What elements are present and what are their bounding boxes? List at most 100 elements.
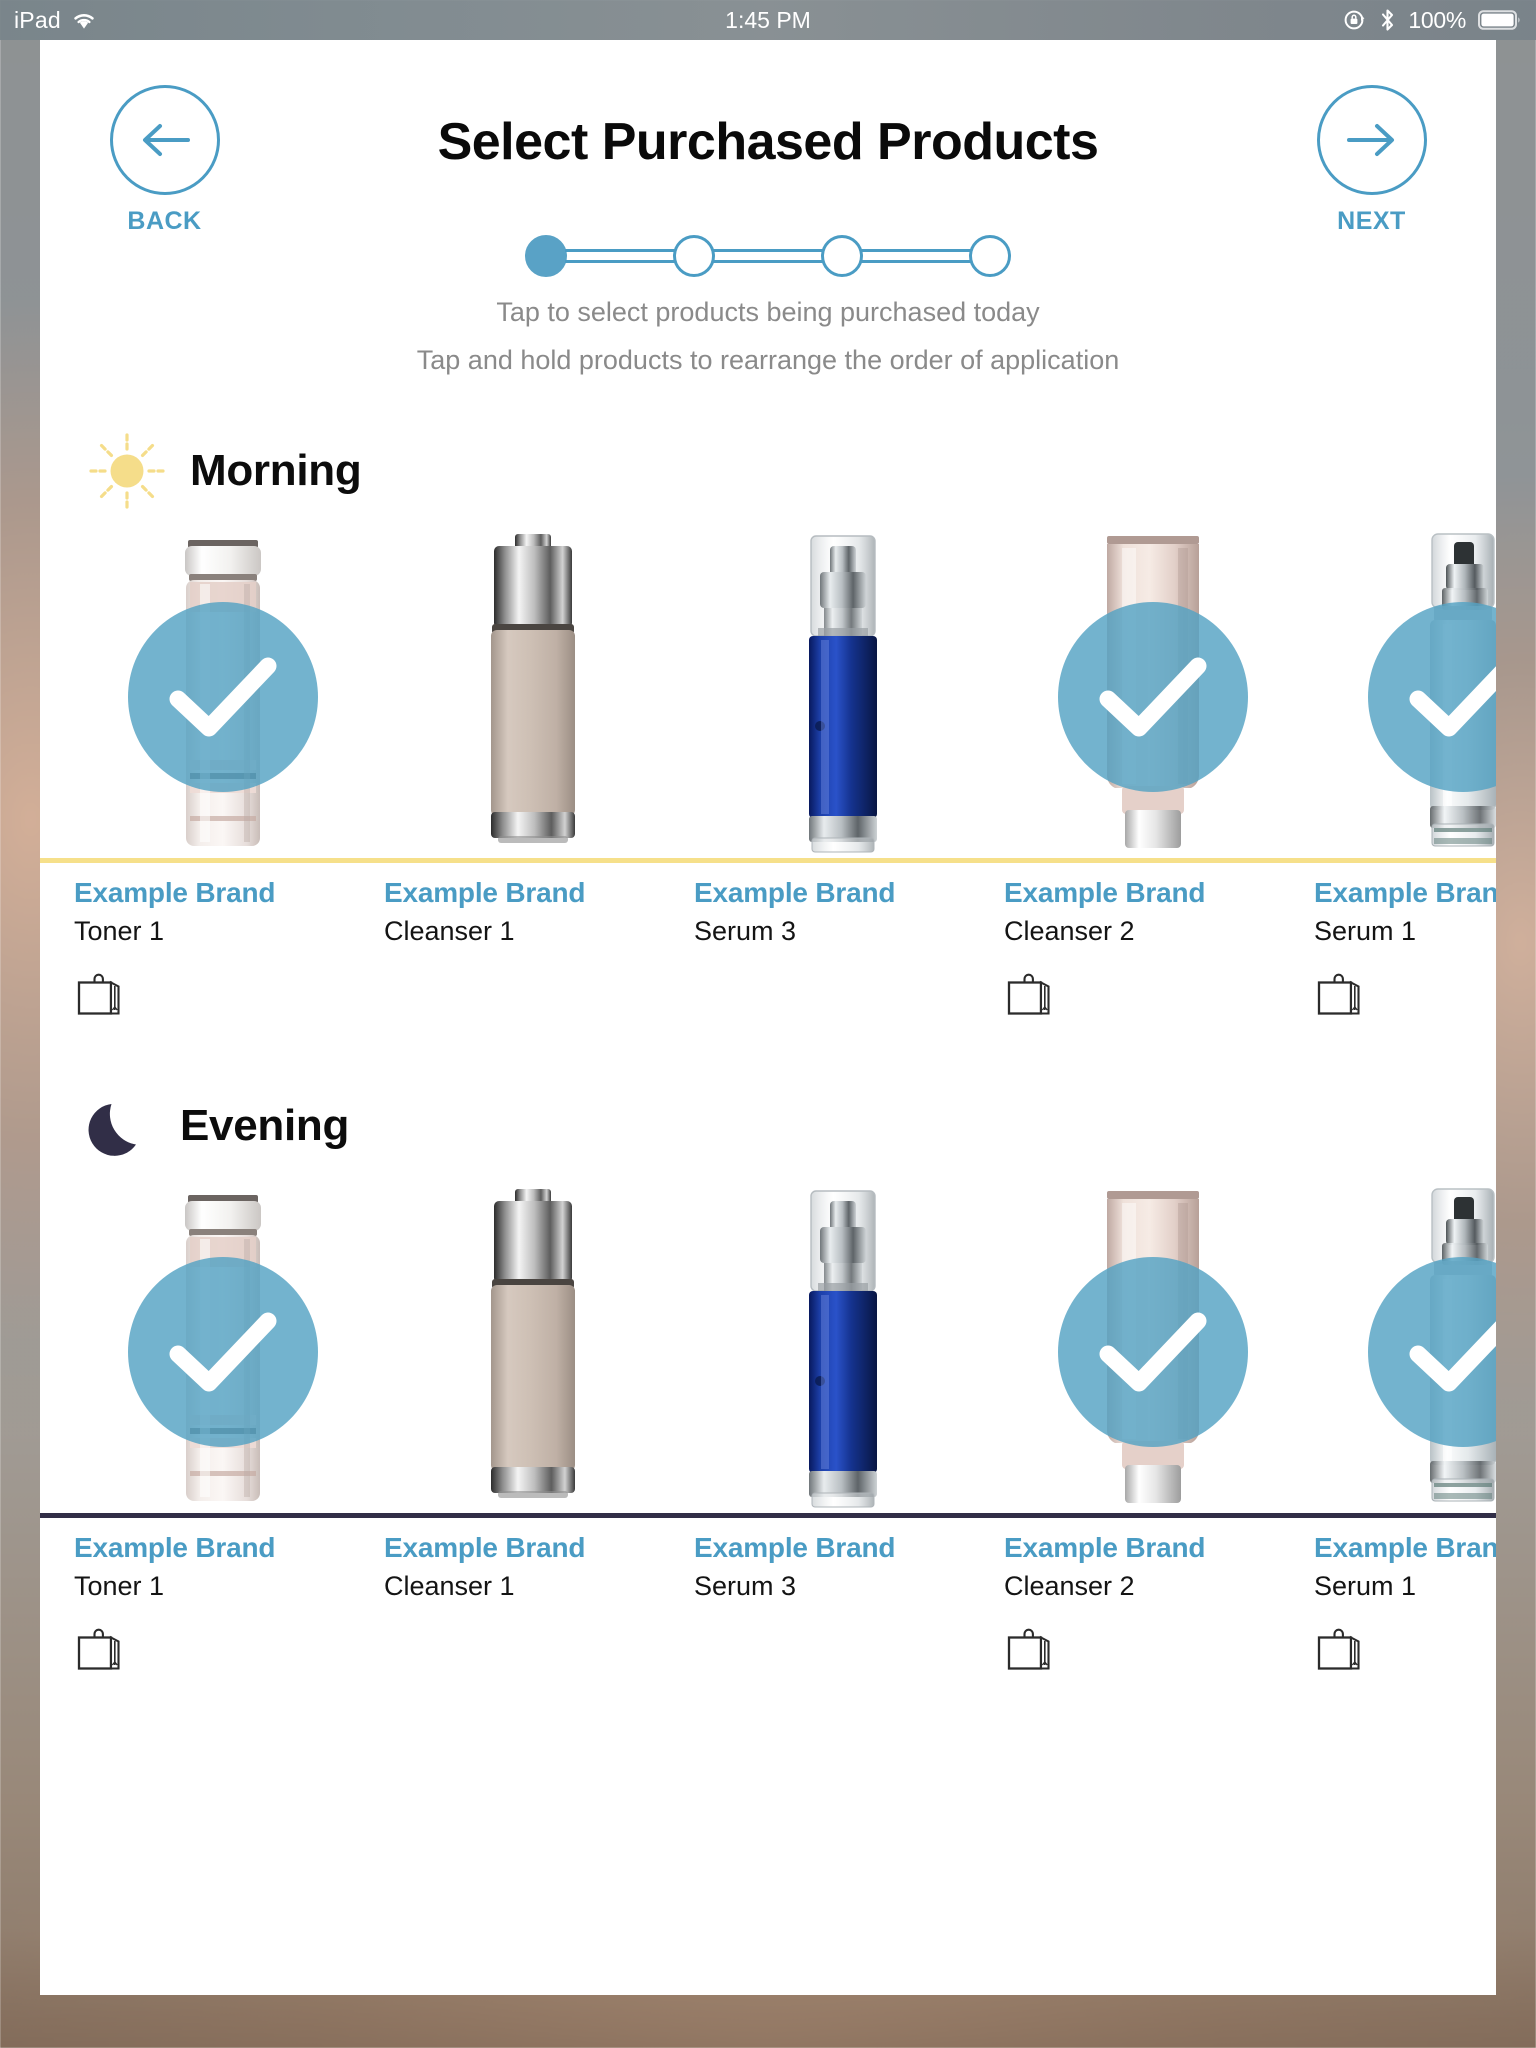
- purchase-bag-slot: [1314, 1624, 1496, 1694]
- product-name: Cleanser 2: [1004, 916, 1135, 946]
- page-title: Select Purchased Products: [437, 113, 1099, 171]
- product-brand: Example Brand: [1004, 877, 1206, 908]
- shopping-bag-icon[interactable]: [1316, 1628, 1362, 1680]
- product-image: [688, 528, 998, 858]
- product-name: Toner 1: [74, 1571, 165, 1601]
- select-products-modal: BACK Select Purchased Products NEXT Tap …: [40, 40, 1496, 1995]
- shopping-bag-icon[interactable]: [1316, 973, 1362, 1025]
- stepper-dot-2[interactable]: [673, 235, 715, 277]
- product-row-evening: [40, 1183, 1496, 1513]
- product-label-row-morning: Example Brand Toner 1 Example Brand Cleanse…: [40, 877, 1496, 1039]
- product-brand: Example Brand: [1314, 1532, 1496, 1563]
- stepper-dot-1[interactable]: [525, 235, 567, 277]
- product-brand: Example Brand: [1314, 877, 1496, 908]
- product-name: Cleanser 2: [1004, 1571, 1135, 1601]
- product-label-cell: Example Brand Serum 3: [688, 877, 998, 1039]
- product-card[interactable]: [1308, 528, 1496, 858]
- product-label-cell: Example Brand Cleanser 2: [998, 1532, 1308, 1694]
- purchase-bag-slot: [1004, 969, 1308, 1039]
- shopping-bag-icon[interactable]: [1006, 973, 1052, 1025]
- section-header-evening: Evening: [40, 1083, 1496, 1169]
- routine-sections: Morning Example Brand Toner 1 Example Br…: [40, 428, 1496, 1694]
- product-label-cell: Example Brand Serum 1: [1308, 1532, 1496, 1694]
- purchase-bag-slot: [384, 1624, 688, 1694]
- purchase-bag-slot: [74, 969, 378, 1039]
- purchase-bag-slot: [74, 1624, 378, 1694]
- product-row-morning: [40, 528, 1496, 858]
- next-button-label: NEXT: [1337, 207, 1406, 235]
- product-label-cell: Example Brand Cleanser 1: [378, 877, 688, 1039]
- status-bar-clock: 1:45 PM: [725, 6, 811, 33]
- stepper-connector: [565, 249, 675, 263]
- product-name: Serum 3: [694, 916, 797, 946]
- product-label-cell: Example Brand Serum 3: [688, 1532, 998, 1694]
- section-header-morning: Morning: [40, 428, 1496, 514]
- product-label-row-evening: Example Brand Toner 1 Example Brand Cleanse…: [40, 1532, 1496, 1694]
- product-card[interactable]: [1308, 1183, 1496, 1513]
- product-image: [378, 1183, 688, 1513]
- product-brand: Example Brand: [694, 877, 896, 908]
- purchase-bag-slot: [694, 1624, 998, 1694]
- section-divider-evening: [40, 1513, 1496, 1518]
- selected-check-icon: [1058, 1257, 1248, 1447]
- instruction-line-2: Tap and hold products to rearrange the o…: [416, 345, 1120, 375]
- product-name: Cleanser 1: [384, 916, 515, 946]
- next-button[interactable]: NEXT: [1309, 85, 1434, 236]
- product-brand: Example Brand: [74, 1532, 276, 1563]
- product-brand: Example Brand: [74, 877, 276, 908]
- stepper-connector: [713, 249, 823, 263]
- product-card[interactable]: [998, 1183, 1308, 1513]
- battery-full-icon: [1478, 9, 1522, 31]
- modal-header: BACK Select Purchased Products NEXT: [40, 40, 1496, 280]
- product-card[interactable]: [68, 1183, 378, 1513]
- instructions-block: Tap to select products being purchased t…: [40, 288, 1496, 384]
- product-card[interactable]: [378, 528, 688, 858]
- stepper-dot-3[interactable]: [821, 235, 863, 277]
- section-evening: Evening Example Brand Toner 1 Example Br…: [40, 1083, 1496, 1694]
- product-name: Serum 1: [1314, 1571, 1417, 1601]
- moon-icon: [86, 1090, 158, 1162]
- instruction-line-1: Tap to select products being purchased t…: [496, 297, 1040, 327]
- stepper-dot-4[interactable]: [969, 235, 1011, 277]
- shopping-bag-icon[interactable]: [1006, 1628, 1052, 1680]
- product-card[interactable]: [688, 1183, 998, 1513]
- shopping-bag-icon[interactable]: [76, 1628, 122, 1680]
- product-brand: Example Brand: [384, 877, 586, 908]
- section-title: Morning: [190, 446, 362, 495]
- purchase-bag-slot: [1004, 1624, 1308, 1694]
- shopping-bag-icon[interactable]: [76, 973, 122, 1025]
- product-card[interactable]: [68, 528, 378, 858]
- product-brand: Example Brand: [694, 1532, 896, 1563]
- product-name: Toner 1: [74, 916, 165, 946]
- product-name: Serum 1: [1314, 916, 1417, 946]
- product-card[interactable]: [378, 1183, 688, 1513]
- battery-percent-label: 100%: [1408, 6, 1466, 33]
- product-name: Serum 3: [694, 1571, 797, 1601]
- product-name: Cleanser 1: [384, 1571, 515, 1601]
- bluetooth-icon: [1379, 8, 1396, 32]
- ios-status-bar: iPad 1:45 PM 100%: [0, 0, 1536, 40]
- product-label-cell: Example Brand Serum 1: [1308, 877, 1496, 1039]
- sun-icon: [86, 430, 168, 512]
- progress-stepper: [40, 235, 1496, 277]
- rotation-lock-icon: [1343, 8, 1367, 32]
- product-card[interactable]: [688, 528, 998, 858]
- purchase-bag-slot: [694, 969, 998, 1039]
- purchase-bag-slot: [384, 969, 688, 1039]
- product-image: [688, 1183, 998, 1513]
- product-label-cell: Example Brand Toner 1: [68, 1532, 378, 1694]
- product-brand: Example Brand: [384, 1532, 586, 1563]
- product-brand: Example Brand: [1004, 1532, 1206, 1563]
- product-image: [378, 528, 688, 858]
- stepper-connector: [861, 249, 971, 263]
- arrow-right-circle-icon: [1316, 85, 1427, 195]
- back-button-label: BACK: [127, 207, 202, 235]
- product-card[interactable]: [998, 528, 1308, 858]
- selected-check-icon: [128, 1257, 318, 1447]
- selected-check-icon: [1058, 602, 1248, 792]
- section-morning: Morning Example Brand Toner 1 Example Br…: [40, 428, 1496, 1039]
- product-label-cell: Example Brand Cleanser 2: [998, 877, 1308, 1039]
- section-divider-morning: [40, 858, 1496, 863]
- product-label-cell: Example Brand Cleanser 1: [378, 1532, 688, 1694]
- purchase-bag-slot: [1314, 969, 1496, 1039]
